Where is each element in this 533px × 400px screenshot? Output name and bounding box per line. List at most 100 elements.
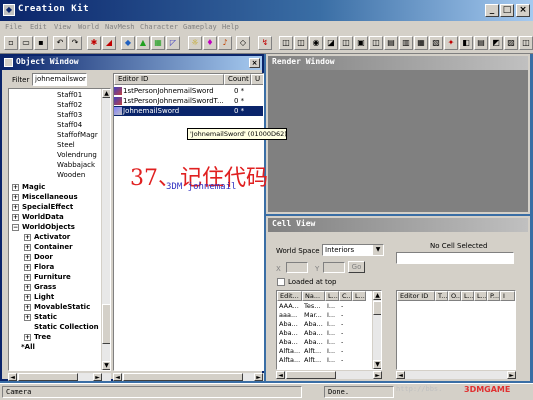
- menu-navmesh[interactable]: NavMesh: [105, 23, 135, 31]
- scroll-right-icon[interactable]: ►: [254, 373, 263, 381]
- render-window-title-bar[interactable]: Render Window: [268, 56, 528, 70]
- tree-item-movablestatic[interactable]: + MovableStatic: [24, 303, 90, 312]
- snap-icon[interactable]: ↯: [258, 36, 272, 50]
- close-icon[interactable]: ×: [516, 4, 530, 17]
- scrollbar-thumb[interactable]: [123, 373, 243, 381]
- scroll-right-icon[interactable]: ►: [93, 373, 102, 381]
- column-header[interactable]: I: [500, 291, 515, 301]
- scroll-down-icon[interactable]: ▼: [373, 360, 381, 369]
- collapse-icon[interactable]: −: [12, 223, 19, 231]
- expand-icon[interactable]: +: [24, 263, 31, 271]
- cell-objects-horizontal-scrollbar[interactable]: ◄ ►: [396, 371, 516, 379]
- move-icon[interactable]: ◢: [102, 36, 116, 50]
- view-tool-17-icon[interactable]: ◫: [519, 36, 533, 50]
- column-header[interactable]: L...: [352, 291, 366, 301]
- tree-horizontal-scrollbar[interactable]: ◄ ►: [8, 373, 111, 381]
- list-horizontal-scrollbar[interactable]: ◄ ►: [113, 373, 264, 381]
- view-tool-12-icon[interactable]: ✦: [444, 36, 458, 50]
- cell-list-vertical-scrollbar[interactable]: ▲ ▼: [372, 291, 381, 369]
- tree-item-grass[interactable]: + Grass: [24, 283, 56, 292]
- tree-item-staff03[interactable]: Staff03: [57, 111, 82, 120]
- cell-objects-grid[interactable]: Editor ID T... O... L... L... P... I: [396, 290, 516, 370]
- menu-help[interactable]: Help: [222, 23, 239, 31]
- expand-icon[interactable]: +: [12, 203, 19, 211]
- expand-icon[interactable]: +: [12, 213, 19, 221]
- x-coordinate-input[interactable]: [286, 262, 308, 273]
- scroll-down-icon[interactable]: ▼: [102, 361, 110, 370]
- grid-icon[interactable]: ▦: [151, 36, 165, 50]
- view-tool-13-icon[interactable]: ◧: [459, 36, 473, 50]
- table-row[interactable]: Aba... Aba... I... -: [277, 329, 373, 337]
- scroll-left-icon[interactable]: ◄: [8, 373, 17, 381]
- tree-item-container[interactable]: + Container: [24, 243, 73, 252]
- view-tool-3-icon[interactable]: ◉: [309, 36, 323, 50]
- table-row[interactable]: Alfta... Alft... I... -: [277, 347, 373, 355]
- tree-item-wooden[interactable]: Wooden: [57, 171, 85, 180]
- tree-item-static[interactable]: + Static: [24, 313, 57, 322]
- expand-icon[interactable]: +: [24, 313, 31, 321]
- navmesh-icon[interactable]: ◇: [236, 36, 250, 50]
- menu-world[interactable]: World: [78, 23, 99, 31]
- table-row[interactable]: AAA... Tes... I... -: [277, 302, 373, 310]
- menu-gameplay[interactable]: Gameplay: [183, 23, 217, 31]
- tree-item-staff04[interactable]: Staff04: [57, 121, 82, 130]
- open-icon[interactable]: ▭: [19, 36, 33, 50]
- expand-icon[interactable]: +: [24, 293, 31, 301]
- expand-icon[interactable]: +: [12, 183, 19, 191]
- scrollbar-thumb[interactable]: [373, 301, 381, 315]
- view-tool-6-icon[interactable]: ▣: [354, 36, 368, 50]
- tree-item-door[interactable]: + Door: [24, 253, 53, 262]
- table-row[interactable]: aaa... Mar... I... -: [277, 311, 373, 319]
- y-coordinate-input[interactable]: [323, 262, 345, 273]
- tree-item-all[interactable]: *All: [21, 343, 35, 352]
- chevron-down-icon[interactable]: ▼: [373, 245, 383, 255]
- view-tool-14-icon[interactable]: ▤: [474, 36, 488, 50]
- view-tool-1-icon[interactable]: ◫: [279, 36, 293, 50]
- rotate-icon[interactable]: ◆: [121, 36, 135, 50]
- menu-file[interactable]: File: [5, 23, 22, 31]
- column-header[interactable]: Editor ID: [397, 291, 435, 301]
- menu-edit[interactable]: Edit: [30, 23, 47, 31]
- light-icon[interactable]: ☼: [188, 36, 202, 50]
- column-header[interactable]: O...: [448, 291, 461, 301]
- angle-icon[interactable]: ◸: [166, 36, 180, 50]
- sound-icon[interactable]: ♪: [218, 36, 232, 50]
- view-tool-5-icon[interactable]: ◫: [339, 36, 353, 50]
- undo-icon[interactable]: ↶: [53, 36, 67, 50]
- tree-item-flora[interactable]: + Flora: [24, 263, 54, 272]
- redo-icon[interactable]: ↷: [68, 36, 82, 50]
- save-icon[interactable]: ▪: [34, 36, 48, 50]
- filter-input[interactable]: johnemailsword: [32, 73, 87, 86]
- view-tool-9-icon[interactable]: ▥: [399, 36, 413, 50]
- view-tool-4-icon[interactable]: ◪: [324, 36, 338, 50]
- column-header[interactable]: P...: [487, 291, 500, 301]
- scrollbar-thumb[interactable]: [18, 373, 78, 381]
- list-row[interactable]: 1stPersonJohnemailSwordT... 0 *: [114, 96, 263, 106]
- tree-vertical-scrollbar[interactable]: ▲ ▼: [101, 89, 110, 370]
- maximize-icon[interactable]: □: [500, 4, 514, 17]
- scroll-up-icon[interactable]: ▲: [102, 89, 110, 98]
- view-tool-11-icon[interactable]: ▧: [429, 36, 443, 50]
- table-row[interactable]: Alfta... Alft... I... -: [277, 356, 373, 364]
- tree-category-miscellaneous[interactable]: + Miscellaneous: [12, 193, 78, 202]
- select-icon[interactable]: ✱: [87, 36, 101, 50]
- object-window-close-icon[interactable]: ×: [249, 58, 260, 68]
- expand-icon[interactable]: +: [24, 253, 31, 261]
- column-header[interactable]: Edit...: [277, 291, 302, 301]
- scrollbar-thumb[interactable]: [102, 304, 110, 344]
- tree-item-staff01[interactable]: Staff01: [57, 91, 82, 100]
- world-space-select[interactable]: Interiors ▼: [322, 244, 384, 256]
- landscape-icon[interactable]: ▲: [136, 36, 150, 50]
- column-header[interactable]: T...: [435, 291, 448, 301]
- column-header[interactable]: L...: [474, 291, 487, 301]
- scroll-left-icon[interactable]: ◄: [113, 373, 122, 381]
- scrollbar-thumb[interactable]: [286, 371, 336, 379]
- new-icon[interactable]: ▫: [4, 36, 18, 50]
- column-header-count[interactable]: Count: [224, 74, 251, 85]
- cell-list-horizontal-scrollbar[interactable]: ◄ ►: [276, 371, 382, 379]
- tree-item-tree[interactable]: + Tree: [24, 333, 51, 342]
- object-list[interactable]: Editor ID Count U 1stPersonJohnemailSwor…: [113, 73, 264, 371]
- menu-view[interactable]: View: [54, 23, 71, 31]
- cell-view-title-bar[interactable]: Cell View: [268, 218, 528, 232]
- view-tool-10-icon[interactable]: ▦: [414, 36, 428, 50]
